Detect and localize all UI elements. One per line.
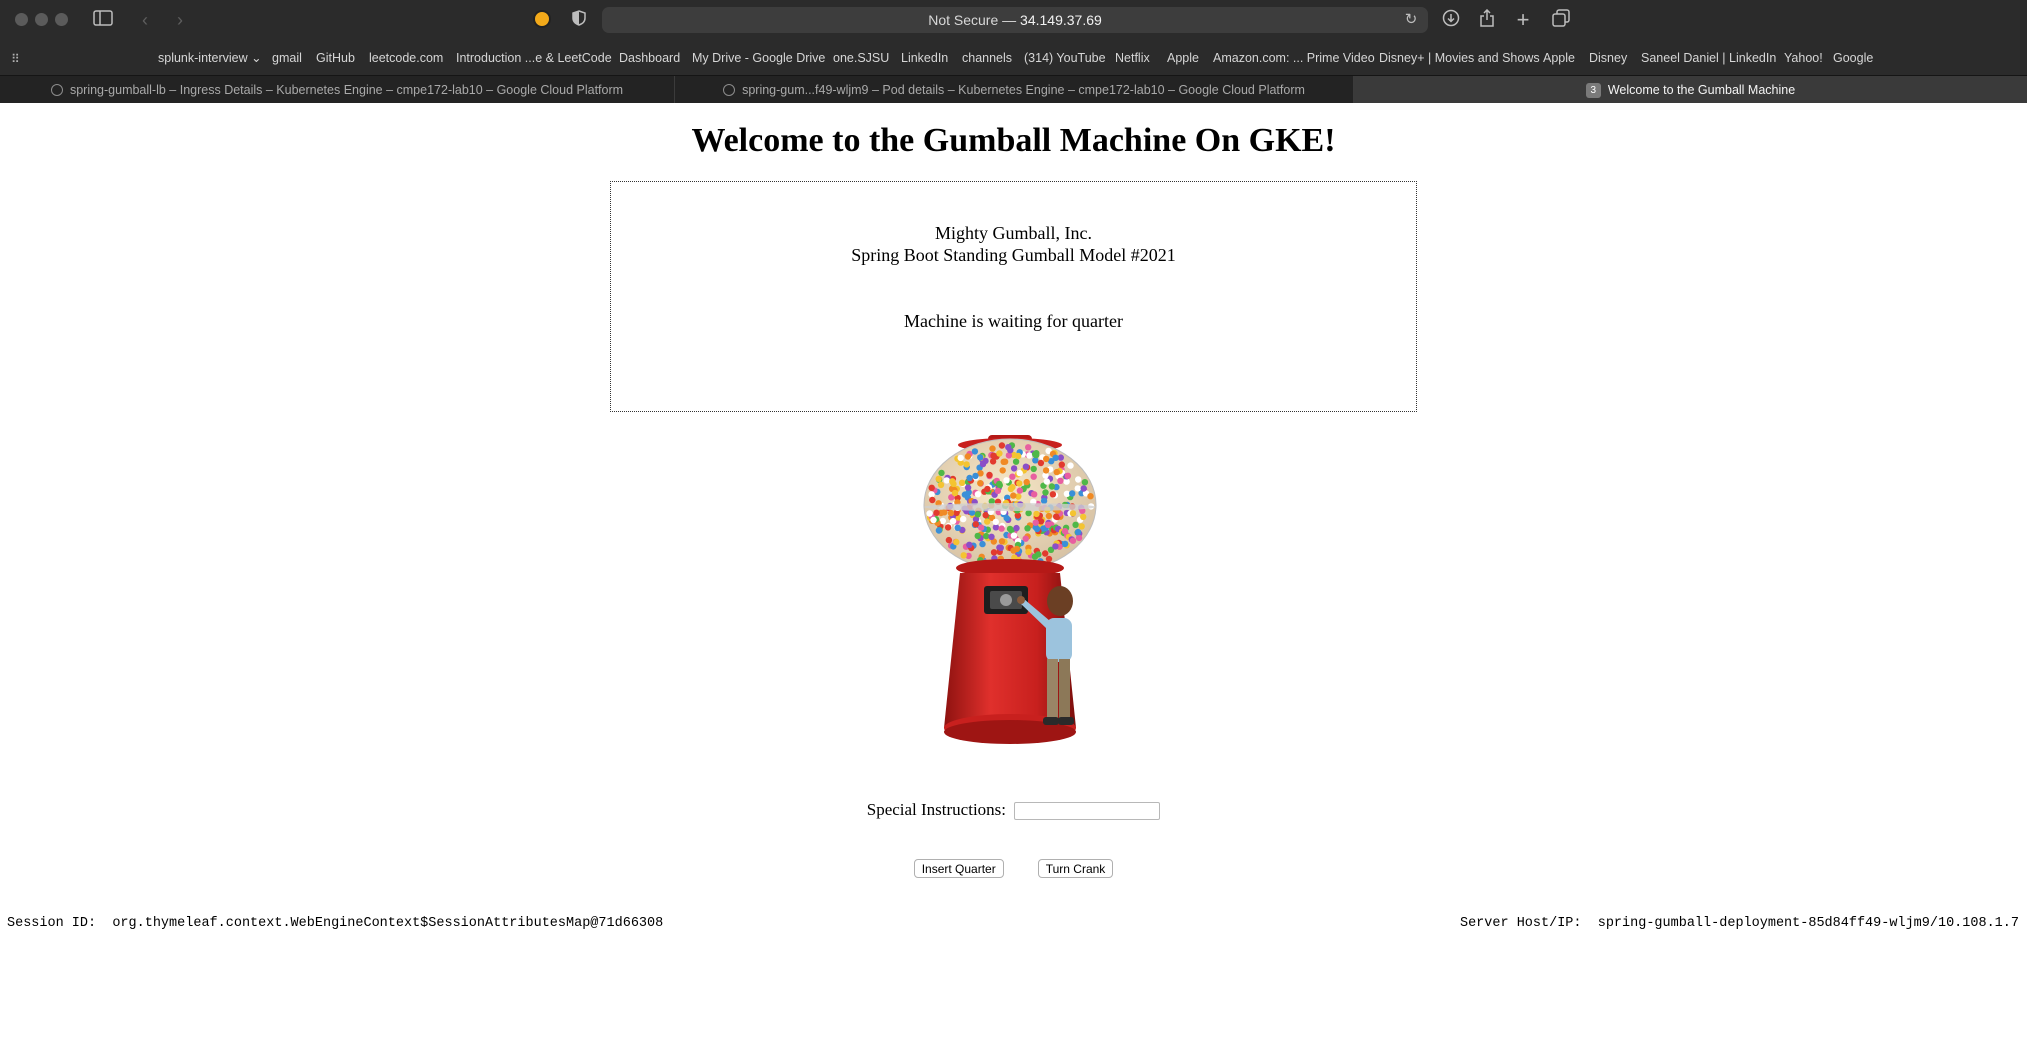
- forward-icon[interactable]: ›: [169, 9, 191, 31]
- browser-toolbar: ‹ › Not Secure — 34.149.37.69 ↻ +: [0, 0, 2027, 40]
- bookmark-channels[interactable]: channels: [962, 50, 1012, 66]
- session-id-label: Session ID:: [7, 916, 97, 931]
- bookmarks-grid-icon[interactable]: ⠿: [11, 52, 25, 66]
- bookmark-gmail[interactable]: gmail: [272, 50, 302, 66]
- privacy-shield-icon[interactable]: [568, 9, 590, 31]
- honey-extension-icon[interactable]: [533, 10, 551, 28]
- share-icon[interactable]: [1476, 8, 1498, 31]
- bookmark-yahoo[interactable]: Yahoo!: [1784, 50, 1823, 66]
- minimize-window-button[interactable]: [35, 13, 48, 26]
- bookmark-netflix[interactable]: Netflix: [1115, 50, 1150, 66]
- machine-status: Machine is waiting for quarter: [904, 311, 1123, 331]
- bookmarks-bar: ⠿ splunk-interview ⌄ gmail GitHub leetco…: [0, 48, 2027, 70]
- address-text: Not Secure — 34.149.37.69: [928, 12, 1102, 28]
- bookmark-linkedin[interactable]: LinkedIn: [901, 50, 948, 66]
- bookmark-youtube[interactable]: (314) YouTube: [1024, 50, 1106, 66]
- machine-controls: Insert Quarter Turn Crank: [0, 859, 2027, 878]
- insert-quarter-button[interactable]: Insert Quarter: [913, 859, 1004, 878]
- tab-pod-details[interactable]: spring-gum...f49-wljm9 – Pod details – K…: [675, 76, 1354, 104]
- gcp-favicon-icon: [723, 84, 736, 96]
- tab-ingress-details[interactable]: spring-gumball-lb – Ingress Details – Ku…: [0, 76, 675, 104]
- session-info: Session ID: org.thymeleaf.context.WebEng…: [7, 916, 663, 931]
- model-name: Spring Boot Standing Gumball Model #2021: [851, 245, 1176, 265]
- reload-icon[interactable]: ↻: [1400, 9, 1422, 31]
- tab-gumball-machine[interactable]: 3 Welcome to the Gumball Machine: [1354, 76, 2027, 104]
- address-bar[interactable]: Not Secure — 34.149.37.69 ↻: [602, 7, 1428, 33]
- tab-label: spring-gumball-lb – Ingress Details – Ku…: [69, 83, 624, 97]
- tab-overview-icon[interactable]: [1550, 9, 1572, 31]
- page-title: Welcome to the Gumball Machine On GKE!: [691, 122, 1336, 159]
- gcp-favicon-icon: [50, 84, 63, 96]
- bookmark-disney[interactable]: Disney: [1589, 50, 1627, 66]
- web-page: Welcome to the Gumball Machine On GKE! M…: [0, 103, 2027, 1046]
- gumball-machine-image: [920, 433, 1100, 748]
- company-name: Mighty Gumball, Inc.: [935, 223, 1092, 243]
- bookmark-apple[interactable]: Apple: [1167, 50, 1199, 66]
- new-tab-icon[interactable]: +: [1512, 9, 1534, 31]
- tab-label: Welcome to the Gumball Machine: [1607, 83, 1796, 97]
- bookmark-github[interactable]: GitHub: [316, 50, 355, 66]
- tab-favicon-badge: 3: [1585, 83, 1601, 98]
- close-window-button[interactable]: [15, 13, 28, 26]
- bookmark-disney-plus[interactable]: Disney+ | Movies and Shows: [1379, 50, 1540, 66]
- back-icon[interactable]: ‹: [134, 9, 156, 31]
- bookmark-dashboard[interactable]: Dashboard: [619, 50, 680, 66]
- bookmark-amazon-prime-video[interactable]: Amazon.com: ... Prime Video: [1213, 50, 1375, 66]
- turn-crank-button[interactable]: Turn Crank: [1037, 859, 1114, 878]
- special-instructions-row: Special Instructions:: [0, 800, 2027, 821]
- bookmark-google[interactable]: Google: [1833, 50, 1873, 66]
- download-icon[interactable]: [1440, 9, 1462, 31]
- server-host-label: Server Host/IP:: [1459, 916, 1582, 931]
- special-instructions-input[interactable]: [1014, 802, 1161, 821]
- tab-bar: spring-gumball-lb – Ingress Details – Ku…: [0, 75, 2027, 104]
- browser-chrome: ‹ › Not Secure — 34.149.37.69 ↻ + ⠿ splu…: [0, 0, 2027, 104]
- machine-message-box: Mighty Gumball, Inc. Spring Boot Standin…: [610, 181, 1417, 412]
- bookmark-one-sjsu[interactable]: one.SJSU: [833, 50, 889, 66]
- bookmark-introduction-leetcode[interactable]: Introduction ...e & LeetCode: [456, 50, 612, 66]
- bookmark-saneel-linkedin[interactable]: Saneel Daniel | LinkedIn: [1641, 50, 1776, 66]
- special-instructions-label: Special Instructions:: [866, 800, 1007, 819]
- zoom-window-button[interactable]: [55, 13, 68, 26]
- bookmark-apple-2[interactable]: Apple: [1543, 50, 1575, 66]
- bookmark-google-drive[interactable]: My Drive - Google Drive: [692, 50, 825, 66]
- bookmark-leetcode[interactable]: leetcode.com: [369, 50, 443, 66]
- server-info: Server Host/IP: spring-gumball-deploymen…: [1460, 916, 2019, 931]
- bookmark-folder-splunk-interview[interactable]: splunk-interview ⌄: [158, 50, 262, 66]
- tab-label: spring-gum...f49-wljm9 – Pod details – K…: [742, 83, 1305, 97]
- server-host-value: spring-gumball-deployment-85d84ff49-wljm…: [1597, 916, 2019, 931]
- sidebar-toggle-icon[interactable]: [92, 9, 114, 31]
- session-id-value: org.thymeleaf.context.WebEngineContext$S…: [112, 916, 664, 931]
